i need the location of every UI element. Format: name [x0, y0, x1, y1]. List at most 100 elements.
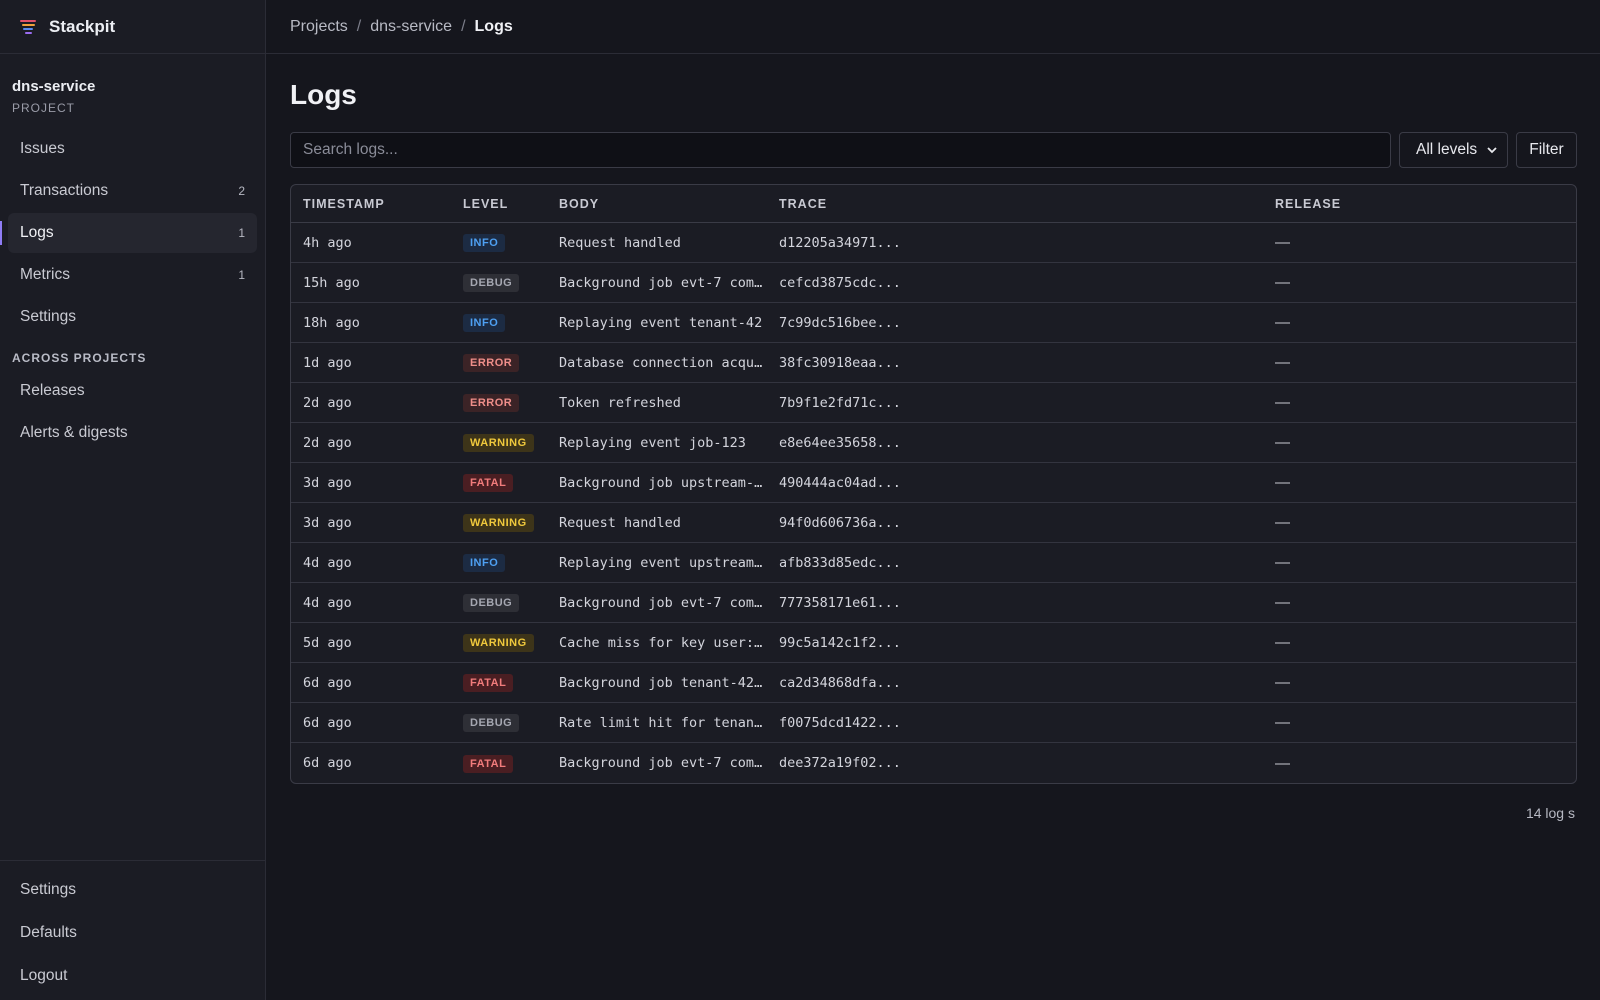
log-trace-link[interactable]: dee372a19f02... — [778, 755, 1272, 771]
log-timestamp: 1d ago — [303, 354, 352, 371]
table-row[interactable]: 4d ago INFO Replaying event upstream… afb83… — [291, 543, 1576, 583]
log-body: Request handled — [559, 514, 681, 531]
log-trace-link[interactable]: afb833d85edc... — [778, 555, 1272, 571]
log-release: — — [1275, 474, 1290, 491]
table-row[interactable]: 6d ago DEBUG Rate limit hit for tenan… f007… — [291, 703, 1576, 743]
page-title: Logs — [290, 79, 357, 110]
log-trace-link[interactable]: cefcd3875cdc... — [778, 275, 1272, 291]
search-input[interactable] — [290, 132, 1391, 168]
log-body: Background job tenant-42… — [559, 674, 763, 691]
log-trace-link[interactable]: 7b9f1e2fd71c... — [778, 395, 1272, 411]
log-release: — — [1275, 714, 1290, 731]
log-trace-link[interactable]: 38fc30918eaa... — [778, 355, 1272, 371]
log-release: — — [1275, 274, 1290, 291]
column-header-timestamp[interactable]: TIMESTAMP — [291, 197, 462, 211]
log-level-cell: WARNING — [462, 433, 556, 452]
sidebar-item-count: 1 — [238, 226, 245, 240]
table-row[interactable]: 6d ago FATAL Background job evt-7 com… dee3… — [291, 743, 1576, 783]
level-select[interactable]: All levels — [1399, 132, 1508, 168]
log-count: 14 log s — [1525, 805, 1575, 821]
sidebar-item-count: 1 — [238, 268, 245, 282]
log-level-badge: DEBUG — [463, 714, 520, 732]
log-timestamp: 3d ago — [303, 474, 352, 491]
log-level-badge: WARNING — [463, 634, 534, 652]
sidebar-item-settings[interactable]: Settings — [8, 297, 257, 337]
log-trace-link[interactable]: ca2d34868dfa... — [778, 675, 1272, 691]
log-level-cell: DEBUG — [462, 593, 556, 612]
log-level-cell: INFO — [462, 233, 556, 252]
sidebar-item-label: Alerts & digests — [20, 424, 128, 441]
log-timestamp: 6d ago — [303, 714, 352, 731]
sidebar-item-count: 2 — [238, 184, 245, 198]
log-trace-link[interactable]: e8e64ee35658... — [778, 435, 1272, 451]
sidebar: Stackpit dns-service PROJECT Issues Tran… — [0, 0, 266, 1000]
table-row[interactable]: 4h ago INFO Request handled d12205a34971...… — [291, 223, 1576, 263]
sidebar-item-alerts-digests[interactable]: Alerts & digests — [8, 413, 257, 453]
log-trace-link[interactable]: 777358171e61... — [778, 595, 1272, 611]
log-timestamp: 18h ago — [303, 314, 360, 331]
log-release: — — [1275, 514, 1290, 531]
log-release: — — [1275, 674, 1290, 691]
sidebar-item-logout[interactable]: Logout — [8, 955, 257, 996]
table-row[interactable]: 18h ago INFO Replaying event tenant-42 7c99… — [291, 303, 1576, 343]
sidebar-item-global-settings[interactable]: Settings — [8, 869, 257, 910]
log-body: Database connection acqu… — [559, 354, 763, 371]
sidebar-item-transactions[interactable]: Transactions 2 — [8, 171, 257, 211]
table-row[interactable]: 3d ago WARNING Request handled 94f0d606736a… — [291, 503, 1576, 543]
log-trace-link[interactable]: 99c5a142c1f2... — [778, 635, 1272, 651]
log-release: — — [1275, 554, 1290, 571]
log-level-cell: FATAL — [462, 473, 556, 492]
log-release: — — [1275, 354, 1290, 371]
sidebar-item-logs[interactable]: Logs 1 — [0, 213, 257, 253]
sidebar-item-metrics[interactable]: Metrics 1 — [8, 255, 257, 295]
breadcrumb-projects[interactable]: Projects — [290, 18, 348, 36]
log-timestamp: 4d ago — [303, 554, 352, 571]
log-level-cell: WARNING — [462, 633, 556, 652]
log-trace-link[interactable]: 7c99dc516bee... — [778, 315, 1272, 331]
log-trace-link[interactable]: 94f0d606736a... — [778, 515, 1272, 531]
table-row[interactable]: 4d ago DEBUG Background job evt-7 com… 7773… — [291, 583, 1576, 623]
log-controls: All levels Filter — [290, 132, 1577, 168]
breadcrumb-project[interactable]: dns-service — [370, 18, 452, 36]
log-level-cell: ERROR — [462, 353, 556, 372]
table-row[interactable]: 2d ago ERROR Token refreshed 7b9f1e2fd71c..… — [291, 383, 1576, 423]
table-row[interactable]: 6d ago FATAL Background job tenant-42… ca2d… — [291, 663, 1576, 703]
table-header: TIMESTAMP LEVEL BODY TRACE RELEASE — [291, 185, 1576, 223]
table-row[interactable]: 1d ago ERROR Database connection acqu… 38fc… — [291, 343, 1576, 383]
sidebar-item-label: Settings — [20, 308, 77, 325]
log-level-cell: ERROR — [462, 393, 556, 412]
log-release: — — [1275, 754, 1290, 772]
log-level-badge: WARNING — [463, 514, 534, 532]
column-header-trace[interactable]: TRACE — [778, 197, 1272, 211]
log-level-cell: DEBUG — [462, 273, 556, 292]
log-trace-link[interactable]: f0075dcd1422... — [778, 715, 1272, 731]
log-release: — — [1275, 434, 1290, 451]
table-row[interactable]: 15h ago DEBUG Background job evt-7 com… cef… — [291, 263, 1576, 303]
chevron-down-icon — [1487, 141, 1497, 159]
logs-table: TIMESTAMP LEVEL BODY TRACE RELEASE 4h ag… — [290, 184, 1577, 784]
column-header-body[interactable]: BODY — [556, 197, 778, 211]
log-timestamp: 4h ago — [303, 234, 352, 251]
log-trace-link[interactable]: 490444ac04ad... — [778, 475, 1272, 491]
brand-header[interactable]: Stackpit — [0, 0, 265, 54]
table-row[interactable]: 2d ago WARNING Replaying event job-123 e8e6… — [291, 423, 1576, 463]
filter-button[interactable]: Filter — [1516, 132, 1577, 168]
log-level-badge: INFO — [463, 314, 506, 332]
sidebar-item-label: Logs — [20, 224, 54, 241]
sidebar-item-issues[interactable]: Issues — [8, 129, 257, 169]
sidebar-item-defaults[interactable]: Defaults — [8, 912, 257, 953]
log-level-cell: WARNING — [462, 513, 556, 532]
table-row[interactable]: 5d ago WARNING Cache miss for key user:… 99… — [291, 623, 1576, 663]
column-header-level[interactable]: LEVEL — [462, 197, 556, 211]
log-trace-link[interactable]: d12205a34971... — [778, 235, 1272, 251]
table-row[interactable]: 3d ago FATAL Background job upstream-… 4904… — [291, 463, 1576, 503]
column-header-release[interactable]: RELEASE — [1272, 197, 1576, 211]
sidebar-item-label: Metrics — [20, 266, 70, 283]
sidebar-item-label: Transactions — [20, 182, 109, 199]
project-info: dns-service PROJECT — [0, 54, 265, 115]
log-release: — — [1275, 314, 1290, 331]
sidebar-item-releases[interactable]: Releases — [8, 371, 257, 411]
log-level-badge: FATAL — [463, 474, 514, 492]
log-release: — — [1275, 394, 1290, 411]
sidebar-item-label: Issues — [20, 140, 65, 157]
